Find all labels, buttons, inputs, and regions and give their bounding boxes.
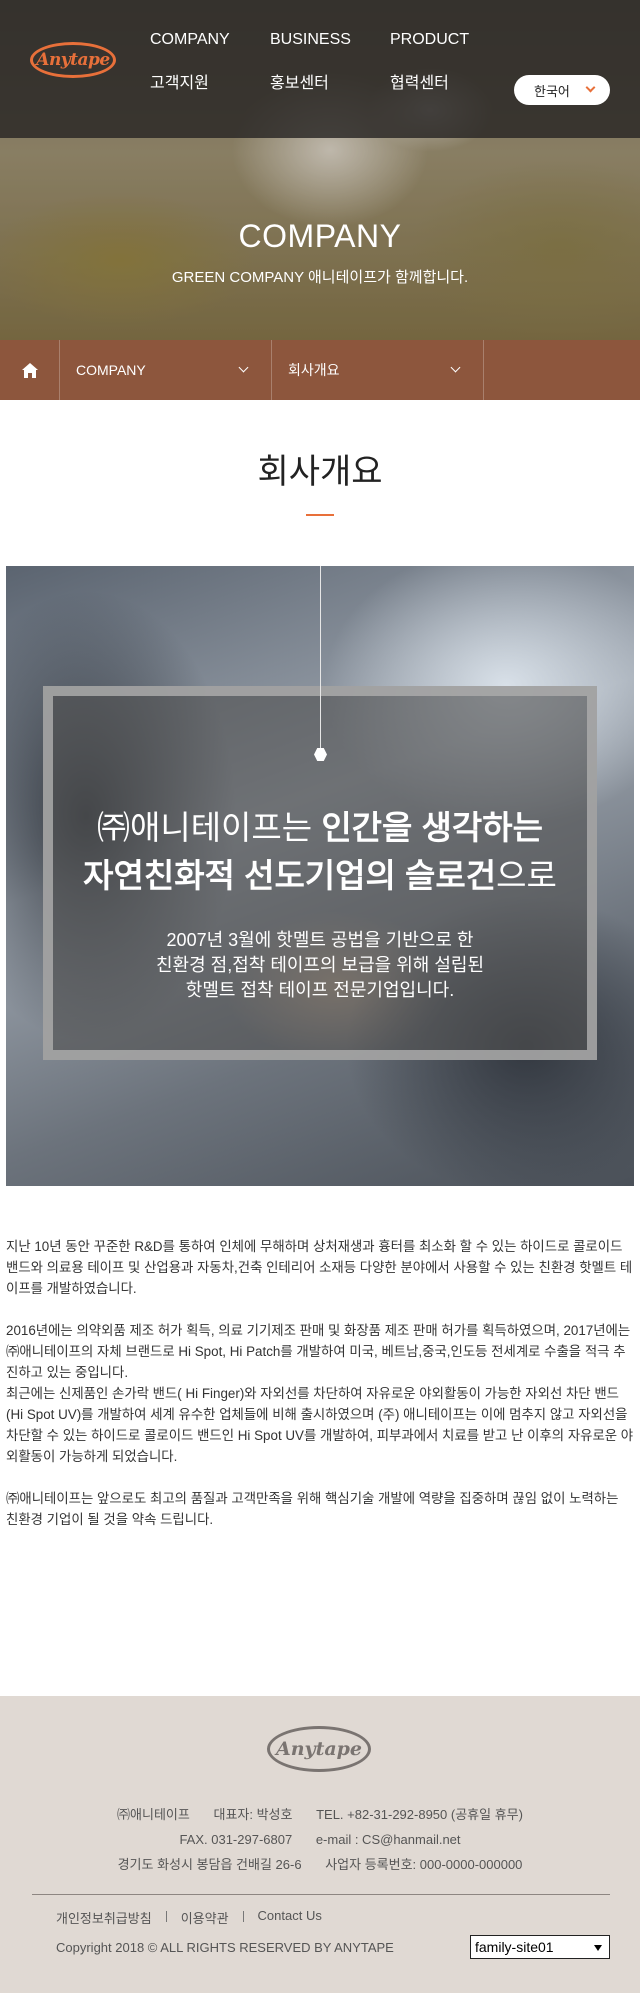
top-navigation-bar: Anytape COMPANY BUSINESS PRODUCT 고객지원 홍보… bbox=[0, 0, 640, 138]
fax-number: FAX. 031-297-6807 bbox=[179, 1832, 293, 1847]
terms-link[interactable]: 이용약관 bbox=[181, 1908, 229, 1927]
info-line-1: ㈜애니테이프 대표자: 박성호 TEL. +82-31-292-8950 (공휴… bbox=[0, 1802, 640, 1827]
slogan-desc-line: 친환경 점,접착 테이프의 보급을 위해 설립된 bbox=[155, 955, 485, 975]
chevron-down-icon bbox=[585, 82, 596, 93]
privacy-policy-link[interactable]: 개인정보취급방침 bbox=[56, 1908, 152, 1927]
overview-paragraph: ㈜애니테이프는 앞으로도 최고의 품질과 고객만족을 위해 핵심기술 개발에 역… bbox=[6, 1491, 619, 1527]
nav-business[interactable]: BUSINESS bbox=[270, 30, 390, 50]
overview-paragraph: 지난 10년 동안 꾸준한 R&D를 통하여 인체에 무해하며 상처재생과 흉터… bbox=[6, 1239, 633, 1296]
nav-partner-center[interactable]: 협력센터 bbox=[390, 74, 480, 94]
footer-links: 개인정보취급방침 이용약관 Contact Us bbox=[56, 1908, 322, 1927]
info-line-3: 경기도 화성시 봉담읍 건배길 26-6 사업자 등록번호: 000-0000-… bbox=[0, 1852, 640, 1877]
slogan-line-1-light: ㈜애니테이프는 bbox=[96, 809, 322, 846]
slogan-line-2: 자연친화적 선도기업의 슬로건으로 bbox=[6, 852, 634, 900]
nav-customer-support[interactable]: 고객지원 bbox=[150, 74, 270, 94]
footer: Anytape ㈜애니테이프 대표자: 박성호 TEL. +82-31-292-… bbox=[0, 1696, 640, 1993]
family-site-select[interactable]: family-site01 bbox=[470, 1935, 610, 1959]
company-overview-text: 지난 10년 동안 꾸준한 R&D를 통하여 인체에 무해하며 상처재생과 흉터… bbox=[6, 1236, 634, 1551]
handshake-image: ㈜애니테이프는 인간을 생각하는 자연친화적 선도기업의 슬로건으로 2007년… bbox=[6, 566, 634, 1186]
slogan-description: 2007년 3월에 핫멜트 공법을 기반으로 한 친환경 점,접착 테이프의 보… bbox=[6, 928, 634, 1003]
nav-pr-center[interactable]: 홍보센터 bbox=[270, 74, 390, 94]
phone-number: TEL. +82-31-292-8950 (공휴일 휴무) bbox=[316, 1807, 523, 1822]
slogan-desc-line: 2007년 3월에 핫멜트 공법을 기반으로 한 bbox=[166, 930, 474, 950]
link-separator bbox=[242, 1911, 244, 1922]
copyright: Copyright 2018 © ALL RIGHTS RESERVED BY … bbox=[56, 1940, 394, 1955]
slogan-line-1: ㈜애니테이프는 인간을 생각하는 bbox=[6, 804, 634, 852]
breadcrumb-level1-dropdown[interactable]: COMPANY bbox=[60, 340, 272, 400]
slogan-line-1-bold: 인간을 생각하는 bbox=[321, 809, 544, 846]
logo-text: Anytape bbox=[36, 50, 110, 70]
overview-paragraph: 최근에는 신제품인 손가락 밴드( Hi Finger)와 자외선를 차단하여 … bbox=[6, 1386, 634, 1464]
home-icon bbox=[21, 362, 38, 378]
title-underline bbox=[306, 514, 334, 516]
chevron-down-icon bbox=[238, 362, 249, 373]
footer-divider bbox=[32, 1894, 610, 1895]
email-address: e-mail : CS@hanmail.net bbox=[315, 1832, 461, 1847]
family-site-value: family-site01 bbox=[475, 1939, 554, 1955]
vertical-line-decoration bbox=[320, 566, 321, 756]
breadcrumb: COMPANY 회사개요 bbox=[0, 340, 640, 400]
info-line-2: FAX. 031-297-6807 e-mail : CS@hanmail.ne… bbox=[0, 1827, 640, 1852]
anytape-logo[interactable]: Anytape bbox=[30, 42, 116, 78]
slogan-line-2-light: 으로 bbox=[496, 857, 557, 894]
language-label: 한국어 bbox=[534, 84, 570, 100]
nav-product[interactable]: PRODUCT bbox=[390, 30, 480, 50]
hero-banner: Anytape COMPANY BUSINESS PRODUCT 고객지원 홍보… bbox=[0, 0, 640, 340]
language-selector[interactable]: 한국어 bbox=[514, 75, 610, 105]
hero-subtitle: GREEN COMPANY 애니테이프가 함께합니다. bbox=[171, 269, 469, 286]
business-number: 사업자 등록번호: 000-0000-000000 bbox=[325, 1857, 523, 1872]
footer-logo[interactable]: Anytape bbox=[267, 1726, 371, 1772]
slogan-desc-line: 핫멜트 접착 테이프 전문기업입니다. bbox=[185, 980, 455, 1000]
breadcrumb-level2-label: 회사개요 bbox=[288, 362, 340, 378]
nav-company[interactable]: COMPANY bbox=[150, 30, 270, 50]
page-title: 회사개요 bbox=[257, 453, 383, 491]
breadcrumb-level2-dropdown[interactable]: 회사개요 bbox=[272, 340, 484, 400]
slogan: ㈜애니테이프는 인간을 생각하는 자연친화적 선도기업의 슬로건으로 bbox=[6, 804, 634, 900]
contact-us-link[interactable]: Contact Us bbox=[258, 1908, 322, 1927]
main-navigation: COMPANY BUSINESS PRODUCT 고객지원 홍보센터 협력센터 bbox=[150, 30, 480, 94]
breadcrumb-level1-label: COMPANY bbox=[76, 362, 146, 378]
address: 경기도 화성시 봉담읍 건배길 26-6 bbox=[117, 1857, 302, 1872]
dropdown-arrow-icon bbox=[594, 1945, 602, 1951]
hero-title: COMPANY bbox=[238, 218, 402, 254]
breadcrumb-home[interactable] bbox=[0, 340, 60, 400]
company-info: ㈜애니테이프 대표자: 박성호 TEL. +82-31-292-8950 (공휴… bbox=[0, 1802, 640, 1877]
slogan-line-2-bold: 자연친화적 선도기업의 슬로건 bbox=[83, 857, 497, 894]
footer-logo-text: Anytape bbox=[275, 1738, 363, 1760]
link-separator bbox=[165, 1911, 167, 1922]
ceo-name: 대표자: 박성호 bbox=[213, 1807, 293, 1822]
chevron-down-icon bbox=[450, 362, 461, 373]
overview-paragraph: 2016년에는 의약외품 제조 허가 획득, 의료 기기제조 판매 및 화장품 … bbox=[6, 1323, 631, 1380]
company-name: ㈜애니테이프 bbox=[117, 1807, 190, 1822]
